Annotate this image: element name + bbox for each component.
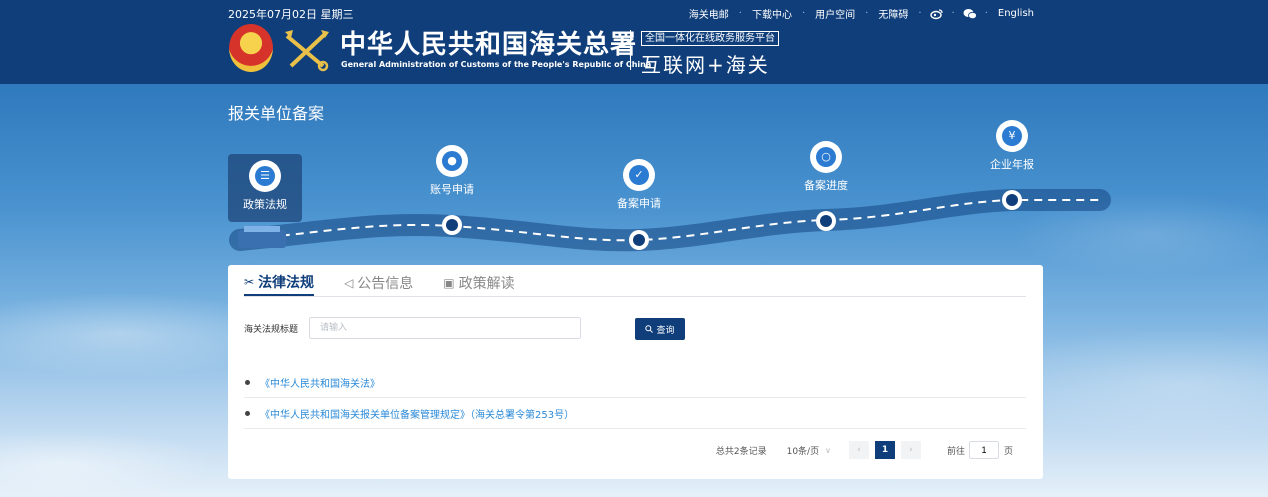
page-title: 报关单位备案 [228, 104, 325, 123]
chevron-down-icon[interactable]: ∨ [825, 446, 831, 455]
speaker-icon: ◁ [344, 275, 354, 290]
report-icon: ¥ [996, 120, 1028, 152]
tools-icon: ✂ [244, 274, 255, 289]
step-node-5 [1002, 190, 1022, 210]
tab-bar: ✂ 法律法规 ◁ 公告信息 ▣ 政策解读 [244, 269, 1026, 297]
link-email[interactable]: 海关电邮 [687, 6, 731, 21]
header-divider [630, 30, 631, 70]
step-annual-report[interactable]: ¥ 企业年报 [972, 120, 1052, 172]
link-accessibility[interactable]: 无障碍 [876, 6, 910, 21]
magnifier-icon [645, 325, 654, 333]
step-node-4 [816, 211, 836, 231]
law-list: 《中华人民共和国海关法》 《中华人民共和国海关报关单位备案管理规定》（海关总署令… [244, 367, 1026, 429]
search-input[interactable] [309, 317, 581, 339]
tab-laws[interactable]: ✂ 法律法规 [244, 269, 315, 296]
step-label: 政策法规 [243, 198, 287, 211]
national-emblem-logo [229, 24, 273, 72]
tab-announcements[interactable]: ◁ 公告信息 [344, 269, 413, 296]
pagination: 总共2条记录 10条/页 ∨ ‹ 1 › 前往 页 [716, 441, 1013, 459]
total-count: 总共2条记录 [715, 446, 767, 457]
step-label: 备案进度 [804, 179, 848, 192]
platform-subtitle: 全国一体化在线政务服务平台 [641, 31, 779, 46]
search-icon: ○ [810, 141, 842, 173]
step-label: 备案申请 [617, 197, 661, 210]
wechat-icon[interactable] [963, 8, 977, 20]
shield-icon: ✓ [623, 159, 655, 191]
site-header: 2025年07月02日 星期三 海关电邮 · 下载中心 · 用户空间 · 无障碍… [0, 0, 1268, 84]
list-item[interactable]: 《中华人民共和国海关报关单位备案管理规定》（海关总署令第253号） [244, 398, 1026, 429]
step-label: 企业年报 [990, 158, 1034, 171]
step-node-3 [629, 230, 649, 250]
next-page-button[interactable]: › [900, 441, 921, 459]
cargo-ship-icon [238, 230, 286, 248]
goto-page-input[interactable] [968, 441, 999, 459]
org-name-cn: 中华人民共和国海关总署 [340, 30, 638, 60]
list-item[interactable]: 《中华人民共和国海关法》 [244, 367, 1026, 398]
step-filing-progress[interactable]: ○ 备案进度 [786, 141, 866, 193]
page-number-current[interactable]: 1 [874, 441, 895, 459]
bullet-icon [245, 410, 250, 416]
content-panel: ✂ 法律法规 ◁ 公告信息 ▣ 政策解读 海关法规标题 查询 《中华人民共和国海… [228, 265, 1043, 479]
goto-label: 前往 [946, 446, 965, 457]
weibo-icon[interactable] [929, 8, 944, 20]
customs-key-logo [285, 30, 329, 72]
page-unit: 页 [1003, 446, 1013, 457]
search-button[interactable]: 查询 [635, 318, 685, 340]
search-label: 海关法规标题 [244, 325, 299, 335]
step-policy[interactable]: ☰ 政策法规 [228, 154, 302, 222]
user-icon: ● [436, 145, 468, 177]
link-user-space[interactable]: 用户空间 [813, 6, 857, 21]
link-download[interactable]: 下载中心 [750, 6, 794, 21]
header-date: 2025年07月02日 星期三 [228, 8, 354, 21]
link-english[interactable]: English [996, 8, 1036, 19]
list-icon: ☰ [249, 160, 281, 192]
prev-page-button[interactable]: ‹ [848, 441, 869, 459]
tab-policy-interpretation[interactable]: ▣ 政策解读 [443, 269, 514, 296]
step-label: 账号申请 [430, 183, 474, 196]
step-node-2 [442, 215, 462, 235]
bullet-icon [245, 379, 250, 385]
step-account-apply[interactable]: ● 账号申请 [412, 145, 492, 197]
platform-title: 互联网+海关 [641, 53, 770, 77]
top-links: 海关电邮 · 下载中心 · 用户空间 · 无障碍 · · · English [687, 6, 1036, 21]
page-size-select[interactable]: 10条/页 [787, 444, 820, 457]
book-icon: ▣ [443, 275, 455, 290]
step-filing-apply[interactable]: ✓ 备案申请 [599, 159, 679, 211]
org-name-en: General Administration of Customs of the… [341, 60, 652, 69]
